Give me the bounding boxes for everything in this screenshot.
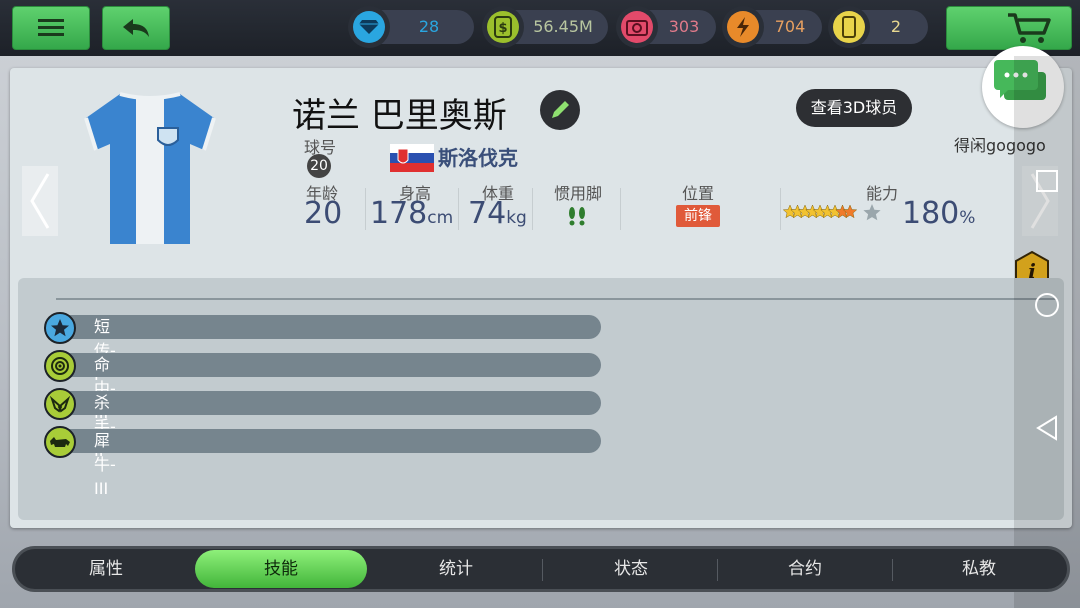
cart-icon	[1008, 13, 1051, 43]
resource-cards[interactable]: 2	[828, 6, 928, 48]
edit-name-button[interactable]	[540, 90, 580, 130]
resource-money[interactable]: $ 56.45M	[482, 6, 608, 48]
tab-status[interactable]: 状态	[545, 549, 717, 589]
ability-label: 能力	[865, 184, 898, 203]
jersey-icon	[84, 92, 216, 244]
cards-value: 2	[890, 17, 902, 36]
foot-label: 惯用脚	[553, 184, 602, 203]
skills-divider	[56, 298, 1056, 300]
star-icon	[44, 312, 76, 344]
diamonds-value: 28	[418, 17, 440, 36]
system-nav-bar	[1014, 56, 1080, 608]
energy-value: 704	[774, 17, 806, 36]
skill-name: 短传-I	[94, 317, 116, 384]
shop-cart-button[interactable]	[946, 6, 1072, 50]
hamburger-icon	[38, 19, 64, 36]
prev-player-button[interactable]	[22, 166, 58, 236]
weight-value: 74kg	[468, 196, 527, 231]
tab-contract[interactable]: 合约	[719, 549, 891, 589]
back-button[interactable]	[102, 6, 170, 50]
medical-value: 303	[668, 17, 700, 36]
resource-diamonds[interactable]: 28	[348, 6, 474, 48]
resource-energy[interactable]: 704	[722, 6, 822, 48]
nationality: 斯洛伐克	[438, 146, 518, 170]
medkit-icon	[621, 11, 653, 43]
home-icon[interactable]	[1033, 291, 1061, 319]
resource-medical[interactable]: 303	[616, 6, 716, 48]
player-info-panel: 诺兰 巴里奥斯 查看3D球员 球号 20 斯洛伐克 年龄 20 身高 178cm…	[10, 46, 1072, 528]
chevron-left-icon	[30, 173, 50, 229]
ability-stars	[782, 204, 881, 221]
tab-stats[interactable]: 统计	[371, 549, 541, 589]
tab-skills[interactable]: 技能	[195, 550, 367, 588]
view-3d-button[interactable]: 查看3D球员	[796, 89, 912, 127]
tab-bar: 属性 技能 统计 状态 合约 私教	[12, 546, 1070, 592]
svg-text:$: $	[498, 21, 507, 36]
skill-name: 命中-III	[94, 355, 116, 422]
age-value: 20	[304, 196, 343, 231]
star-icon	[863, 204, 881, 221]
position-label: 位置	[681, 184, 714, 203]
skill-name: 犀牛-III	[94, 431, 116, 498]
diamond-icon	[353, 11, 385, 43]
back-nav-icon[interactable]	[1034, 414, 1060, 442]
back-arrow-icon	[123, 19, 149, 37]
footprints-icon	[569, 207, 585, 226]
pistols-icon	[44, 388, 76, 420]
slovakia-flag-icon	[390, 144, 434, 172]
height-value: 178cm	[370, 196, 454, 231]
top-bar: 28 $ 56.45M 303 704 2	[0, 0, 1080, 56]
ability-value: 180%	[902, 196, 976, 231]
player-name: 诺兰 巴里奥斯	[292, 96, 507, 136]
lightning-icon	[727, 11, 759, 43]
jersey-number: 20	[307, 154, 331, 178]
menu-button[interactable]	[12, 6, 90, 50]
card-icon	[833, 11, 865, 43]
position-badge: 前锋	[676, 205, 720, 227]
target-icon	[44, 350, 76, 382]
pencil-icon	[552, 101, 569, 118]
skill-name: 杀手-II	[94, 393, 116, 460]
tab-attributes[interactable]: 属性	[21, 549, 191, 589]
tab-coach[interactable]: 私教	[893, 549, 1065, 589]
money-value: 56.45M	[533, 17, 593, 36]
cash-icon: $	[487, 11, 519, 43]
rhino-icon	[44, 426, 76, 458]
recents-icon[interactable]	[1035, 169, 1059, 193]
